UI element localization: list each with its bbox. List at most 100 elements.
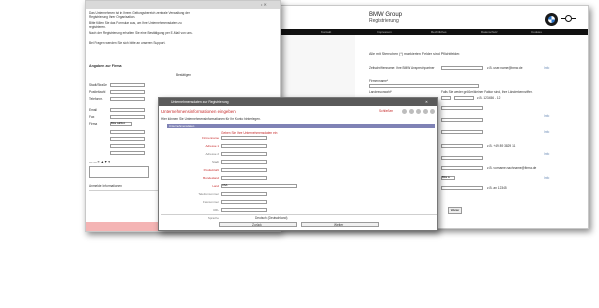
support-label: Zeitschriftenname: Ihre BMW Ansprechpart… <box>369 66 435 70</box>
modal-field-label-1: Adresse 1 <box>205 144 219 148</box>
nav-link-2[interactable]: Rechtliches <box>431 30 447 34</box>
modal-field-label-2: Adresse 2 <box>205 152 219 156</box>
info-link-3[interactable]: Info <box>544 130 549 134</box>
select-field[interactable]: Bitte w <box>441 176 455 180</box>
field-input-0[interactable] <box>110 83 145 87</box>
format-toolbar[interactable]: — — ≡ ▲▼ ▾ <box>89 160 110 164</box>
field-input-2[interactable] <box>110 97 145 101</box>
back-button[interactable]: Zurück <box>219 222 297 227</box>
modal-field-label-4: Postleitzahl <box>203 168 219 172</box>
nav-link-0[interactable]: Kontakt <box>321 30 331 34</box>
field-label-0: Stadt/Straße <box>89 83 107 87</box>
area-code-input[interactable] <box>441 96 451 100</box>
org-input[interactable] <box>369 84 479 88</box>
modal-titlebar: Unternehmensdaten zur Registrierung ✕ <box>159 98 437 106</box>
zip-field[interactable] <box>441 186 483 190</box>
modal-field-label-0: Firmenname <box>202 136 219 140</box>
support-input[interactable] <box>441 66 483 70</box>
field-input-3[interactable] <box>110 108 145 112</box>
brand-title: BMW Group <box>369 12 403 18</box>
company-info-modal: Unternehmensdaten zur Registrierung ✕ Un… <box>158 97 438 231</box>
field-input-7[interactable] <box>110 137 145 141</box>
modal-close-icon[interactable]: ✕ <box>425 100 428 104</box>
phone-field[interactable] <box>441 144 483 148</box>
modal-input-4[interactable] <box>221 168 267 172</box>
area-example: z.B. 123456 - 12 <box>477 96 501 100</box>
modal-heading: Unternehmensinformationen eingeben <box>161 109 236 114</box>
right-note: Bestätigen <box>176 73 192 77</box>
field-label-5: Firma <box>89 122 98 126</box>
mini-logo-icon <box>561 15 576 24</box>
step-1-icon <box>402 109 407 114</box>
field-label-3: Email <box>89 108 97 112</box>
footer-label: Sprache <box>207 216 219 220</box>
field-input-6[interactable] <box>110 130 145 134</box>
info-link-2[interactable]: Info <box>544 114 549 118</box>
modal-optional-input-0[interactable] <box>221 192 267 196</box>
modal-input-1[interactable] <box>221 144 267 148</box>
modal-country-select[interactable]: USA <box>221 184 297 188</box>
divider <box>89 190 159 191</box>
support-example: z.B. user.name@bmw.de <box>487 66 523 70</box>
modal-optional-label-2: URL <box>212 208 219 212</box>
nav-link-3[interactable]: Datenschutz <box>481 30 498 34</box>
bmw-logo-icon <box>545 13 558 26</box>
nav-link-4[interactable]: Cookies <box>531 30 542 34</box>
modal-input-0[interactable] <box>221 136 267 140</box>
paragraph-3: Nach der Registrierung erhalten Sie eine… <box>89 31 193 35</box>
bottom-note: Anmelde Informationen <box>89 184 122 188</box>
zip-example: z.B. an 12345 <box>487 186 507 190</box>
field-input-c[interactable] <box>441 130 483 134</box>
email-example: z.B. vorname.nachname@firma.de <box>487 166 537 170</box>
paragraph-4: Bei Fragen wenden Sie sich bitte an unse… <box>89 41 166 45</box>
country-label: Landesvorwahl* <box>369 90 392 94</box>
notes-textarea[interactable] <box>89 166 149 178</box>
footer-value: Deutsch (Deutschland) <box>255 216 288 220</box>
submit-button[interactable]: Weiter <box>448 207 462 214</box>
section-title: Angaben zur Firma <box>89 64 122 68</box>
field-select-5[interactable]: Bitte wählen <box>110 122 132 126</box>
modal-field-label-3: Stadt <box>211 160 219 164</box>
step-3-icon <box>416 109 421 114</box>
field-input-1[interactable] <box>110 90 145 94</box>
modal-input-3[interactable] <box>221 160 267 164</box>
modal-optional-input-1[interactable] <box>221 200 267 204</box>
modal-field-label-6: Land <box>212 184 219 188</box>
window-controls-icon[interactable]: • ✕ <box>261 2 267 7</box>
step-5-icon <box>430 109 435 114</box>
next-button[interactable]: Weiter <box>301 222 379 227</box>
modal-close-link[interactable]: Schließen <box>379 109 393 113</box>
paragraph-1: Das Unternehmen ist in Ihrem Geltungsber… <box>89 11 190 19</box>
section-label: Geben Sie Ihre Unternehmensdaten ein <box>221 131 278 135</box>
modal-title: Unternehmensdaten zur Registrierung <box>171 100 229 104</box>
phone-example: z.B. +49 89 3829 11 <box>487 144 516 148</box>
step-2-icon <box>409 109 414 114</box>
modal-description: Hier können Sie Unternehmensinformatione… <box>161 117 261 121</box>
intro-text: Alle mit Sternchen (*) markierten Felder… <box>369 52 461 56</box>
info-link-5[interactable]: Info <box>544 176 549 180</box>
paragraph-2: Bitte füllen Sie das Formular aus, um Ih… <box>89 21 182 29</box>
info-link-4[interactable]: Info <box>544 152 549 156</box>
field-input-a[interactable] <box>441 106 483 110</box>
info-link[interactable]: Info <box>544 66 549 70</box>
modal-input-5[interactable] <box>221 176 267 180</box>
brand-subtitle: Registrierung <box>369 18 399 24</box>
step-4-icon <box>423 109 428 114</box>
email-field[interactable] <box>441 166 483 170</box>
field-label-4: Fax <box>89 115 95 119</box>
field-input-4[interactable] <box>110 115 145 119</box>
phone-input[interactable] <box>454 96 474 100</box>
modal-input-2[interactable] <box>221 152 267 156</box>
field-input-b[interactable] <box>441 118 483 122</box>
modal-optional-input-2[interactable] <box>221 208 267 212</box>
field-input-8[interactable] <box>110 144 145 148</box>
modal-field-label-5: Bundesland <box>203 176 219 180</box>
country-hint: Falls Sie weder größer/kleiner Faktor si… <box>441 90 533 94</box>
error-strip <box>86 222 161 231</box>
field-label-1: Postleitzahl <box>89 90 106 94</box>
field-input-9[interactable] <box>110 151 145 155</box>
modal-optional-label-1: Faxnummer <box>202 200 219 204</box>
nav-link-1[interactable]: Impressum <box>377 30 392 34</box>
section-bar-label: Unternehmensdaten <box>169 124 195 128</box>
fax-field[interactable] <box>441 156 483 160</box>
